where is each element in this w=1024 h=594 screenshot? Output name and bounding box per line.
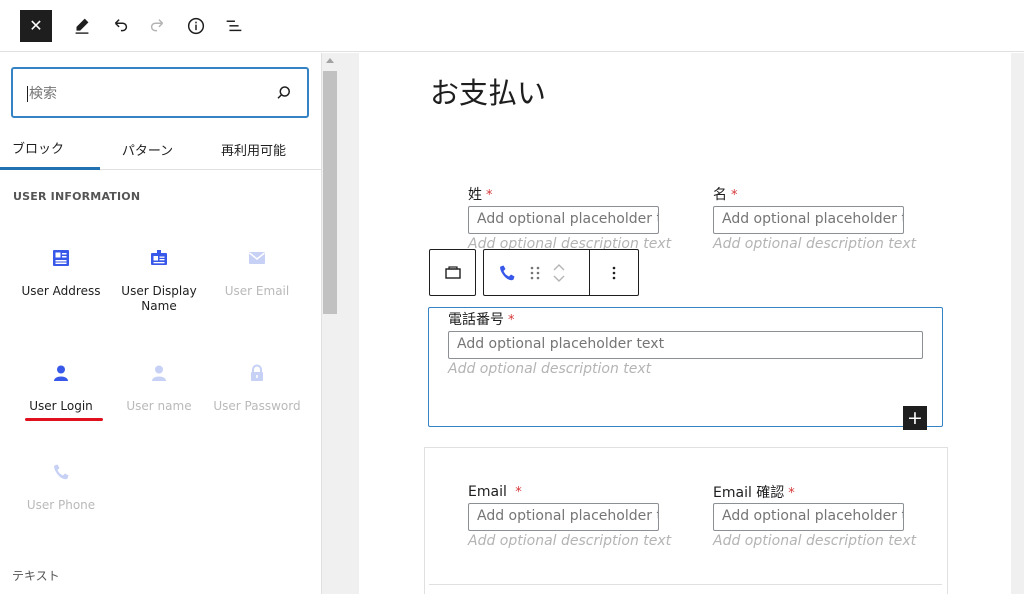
- search-input[interactable]: 検索: [11, 67, 309, 118]
- details-button[interactable]: [178, 10, 214, 42]
- block-options-button[interactable]: [590, 264, 638, 282]
- info-icon: [187, 17, 205, 34]
- block-item-user-name: User name: [111, 361, 207, 414]
- required-mark: *: [508, 313, 515, 328]
- divider: [429, 584, 942, 585]
- undo-icon: [114, 18, 128, 31]
- more-vertical-icon: [612, 266, 616, 279]
- block-item-user-password: User Password: [209, 361, 305, 414]
- phone-icon: [54, 464, 69, 480]
- user-icon: [152, 365, 166, 381]
- email-label[interactable]: Email *: [468, 484, 522, 500]
- edit-tool-button[interactable]: [64, 10, 100, 42]
- phone-icon: [500, 265, 515, 280]
- section-title-text: テキスト: [12, 569, 60, 583]
- email-confirm-description[interactable]: Add optional description text: [713, 533, 916, 549]
- phone-input[interactable]: Add optional placeholder text: [448, 331, 923, 359]
- block-inserter-panel: 検索 ブロック パターン 再利用可能 USER INFORMATION User…: [0, 53, 322, 594]
- tab-patterns[interactable]: パターン: [100, 128, 195, 170]
- scroll-up-arrow-icon[interactable]: [326, 58, 334, 63]
- tab-reusable[interactable]: 再利用可能: [195, 128, 312, 170]
- close-icon: ✕: [29, 16, 43, 35]
- inserter-tabs: ブロック パターン 再利用可能: [0, 128, 321, 170]
- drag-handle[interactable]: [528, 264, 542, 282]
- block-label: User Login: [29, 399, 93, 413]
- email-description[interactable]: Add optional description text: [468, 533, 671, 549]
- block-label: User Display Name: [121, 284, 197, 313]
- block-item-user-email: User Email: [209, 246, 305, 299]
- list-view-button[interactable]: [216, 10, 252, 42]
- search-placeholder: 検索: [27, 83, 275, 103]
- undo-button[interactable]: [102, 10, 138, 42]
- block-item-user-address[interactable]: User Address: [13, 246, 109, 299]
- page-title[interactable]: お支払い: [430, 70, 546, 112]
- block-item-user-login[interactable]: User Login: [13, 361, 109, 414]
- highlight-underline: [25, 418, 103, 421]
- scroll-thumb[interactable]: [323, 71, 337, 314]
- chevron-up-icon[interactable]: [552, 262, 566, 272]
- block-label: User Address: [21, 284, 101, 298]
- email-confirm-input[interactable]: Add optional placeholder t: [713, 503, 904, 531]
- redo-button[interactable]: [140, 10, 176, 42]
- chevron-down-icon[interactable]: [552, 274, 566, 284]
- required-mark: *: [486, 188, 493, 203]
- last-name-label[interactable]: 姓 *: [468, 184, 493, 204]
- required-mark: *: [788, 486, 795, 501]
- lock-icon: [251, 364, 263, 381]
- block-item-user-display-name[interactable]: User Display Name: [111, 246, 207, 314]
- block-label: User Phone: [26, 498, 96, 512]
- envelope-icon: [249, 252, 265, 264]
- list-view-icon: [226, 20, 242, 31]
- block-label: User Email: [224, 284, 290, 298]
- parent-block-button[interactable]: [429, 249, 476, 296]
- required-mark: *: [731, 188, 738, 203]
- block-label: User name: [126, 399, 192, 413]
- search-icon: [277, 85, 290, 99]
- first-name-description[interactable]: Add optional description text: [713, 236, 916, 252]
- id-badge-icon: [151, 250, 167, 265]
- pencil-icon: [75, 18, 89, 34]
- required-mark: *: [515, 485, 522, 500]
- tab-blocks[interactable]: ブロック: [0, 128, 100, 170]
- first-name-input[interactable]: Add optional placeholder t: [713, 206, 904, 234]
- plus-icon: +: [907, 407, 923, 429]
- block-item-user-phone: User Phone: [13, 460, 109, 513]
- block-label: User Password: [213, 399, 301, 413]
- close-button[interactable]: ✕: [20, 9, 52, 42]
- sidebar-scrollbar[interactable]: [322, 53, 339, 594]
- first-name-label[interactable]: 名 *: [713, 184, 738, 204]
- email-confirm-label[interactable]: Email 確認 *: [713, 482, 795, 502]
- block-toolbar: [483, 249, 639, 296]
- section-title-user-information: USER INFORMATION: [13, 190, 141, 203]
- block-type-button[interactable]: [498, 264, 516, 282]
- add-block-button[interactable]: +: [903, 406, 927, 430]
- address-card-icon: [53, 250, 69, 266]
- drag-handle-icon: [530, 266, 540, 279]
- user-icon: [54, 365, 68, 381]
- email-input[interactable]: Add optional placeholder t: [468, 503, 659, 531]
- redo-icon: [150, 18, 164, 31]
- move-buttons: [552, 262, 566, 284]
- parent-block-icon: [444, 265, 461, 279]
- last-name-input[interactable]: Add optional placeholder t: [468, 206, 659, 234]
- phone-label[interactable]: 電話番号 *: [448, 309, 515, 329]
- editor-header: ✕: [0, 0, 1024, 52]
- phone-description[interactable]: Add optional description text: [448, 361, 651, 377]
